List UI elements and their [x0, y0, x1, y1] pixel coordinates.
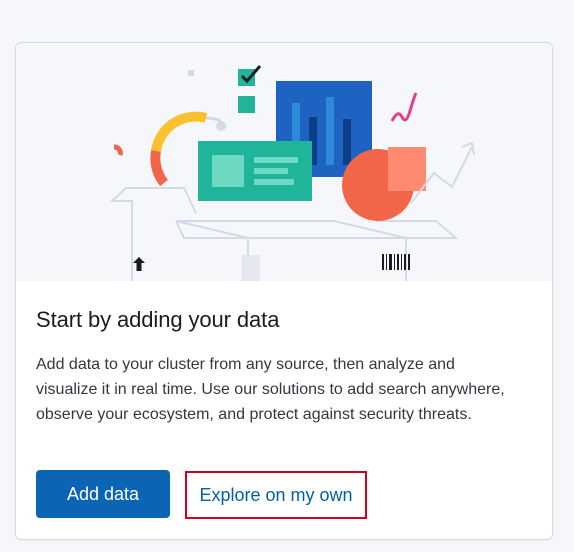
data-illustration — [16, 43, 552, 281]
squiggle-icon — [390, 92, 418, 122]
onboarding-card: Start by adding your data Add data to yo… — [15, 42, 553, 540]
up-arrow-icon — [133, 257, 145, 271]
card-icon — [198, 141, 312, 201]
pie-chart-icon — [342, 147, 426, 221]
card-title: Start by adding your data — [36, 307, 280, 332]
barcode-icon — [382, 254, 410, 270]
add-data-button[interactable]: Add data — [36, 470, 170, 518]
checkbox-icon — [188, 65, 262, 113]
card-description: Add data to your cluster from any source… — [36, 356, 505, 423]
explore-on-my-own-link[interactable]: Explore on my own — [185, 471, 367, 519]
